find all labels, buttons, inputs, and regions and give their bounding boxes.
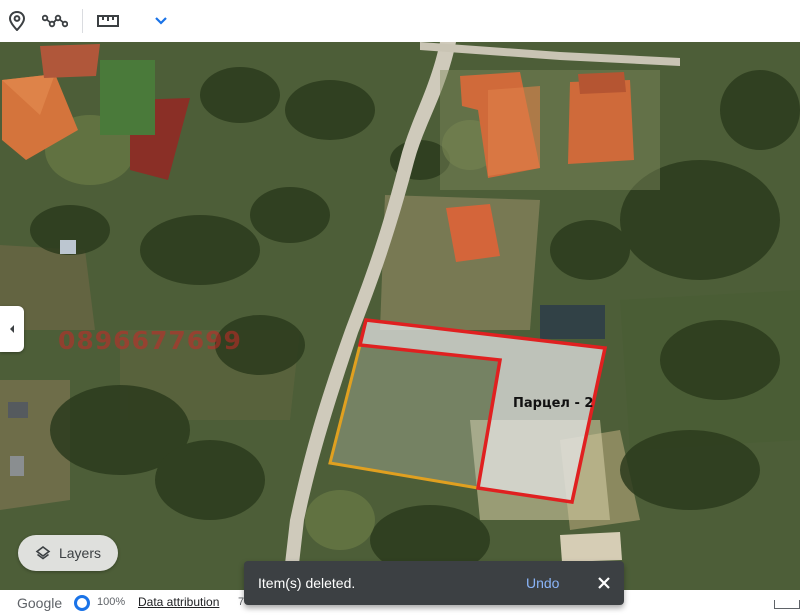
chevron-down-icon[interactable] — [145, 5, 177, 37]
data-attribution-link[interactable]: Data attribution — [138, 595, 219, 609]
satellite-imagery — [0, 42, 800, 590]
parcel-label: Парцел - 2 — [513, 396, 594, 411]
satellite-map[interactable]: 0896677699 — [0, 42, 800, 590]
chevron-left-icon — [10, 325, 14, 333]
layers-label: Layers — [58, 545, 102, 561]
google-logo: Google — [17, 595, 63, 611]
path-icon[interactable] — [39, 5, 71, 37]
ruler-icon[interactable] — [92, 5, 124, 37]
snackbar: Item(s) deleted. Undo — [244, 561, 624, 605]
undo-button[interactable]: Undo — [526, 575, 559, 591]
toolbar-divider — [82, 9, 83, 33]
map-pin-icon[interactable] — [1, 5, 33, 37]
map-toolbar — [0, 0, 800, 42]
scale-bar — [774, 600, 800, 609]
zoom-indicator-icon — [74, 595, 90, 611]
zoom-level: 100% — [97, 596, 126, 608]
snackbar-message: Item(s) deleted. — [258, 575, 356, 591]
phone-watermark: 0896677699 — [58, 326, 242, 355]
close-icon[interactable] — [592, 571, 616, 595]
side-panel-toggle[interactable] — [0, 306, 24, 352]
layers-icon — [35, 546, 51, 560]
layers-button[interactable]: Layers — [18, 535, 118, 571]
